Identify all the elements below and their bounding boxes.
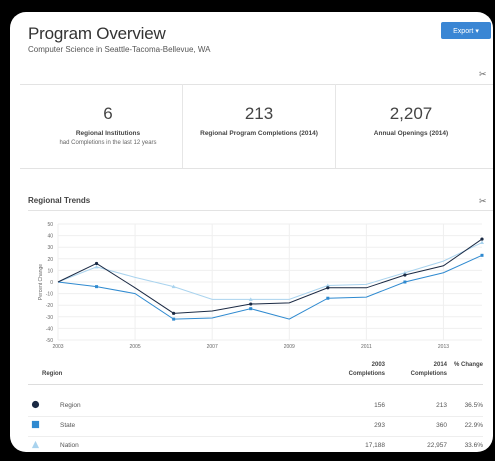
y-tick-label: 0 — [50, 280, 53, 286]
stat-label: Regional Program Completions (2014) — [200, 130, 318, 137]
section-title: Regional Trends — [28, 196, 91, 205]
table-row: Nation 17,188 22,957 33.6% — [28, 436, 483, 452]
data-point — [480, 237, 484, 241]
row-name: Nation — [60, 442, 79, 449]
y-tick-label: 20 — [47, 257, 53, 263]
row-2014: 213 — [436, 402, 447, 409]
divider — [28, 210, 493, 211]
stat-label: Annual Openings (2014) — [373, 130, 449, 137]
x-tick-label: 2013 — [438, 344, 449, 350]
row-change: 22.9% — [464, 422, 483, 429]
series-lines — [57, 237, 484, 321]
y-axis-label: Percent Change — [38, 264, 44, 300]
stat-institutions: 6 Regional Institutions had Completions … — [28, 84, 188, 162]
page-subtitle: Computer Science in Seattle-Tacoma-Belle… — [28, 45, 211, 54]
data-point — [480, 240, 484, 245]
row-2014: 22,957 — [427, 442, 447, 449]
data-point — [249, 307, 253, 311]
series-line-state — [57, 254, 483, 320]
stat-completions: 213 Regional Program Completions (2014) — [183, 84, 335, 162]
row-name: State — [60, 422, 76, 429]
axis-ticks: 50403020100-10-20-30-40-502003 2005 2007 20… — [38, 222, 449, 350]
scissors-icon[interactable]: ✂ — [479, 69, 487, 80]
y-tick-label: -20 — [46, 303, 53, 309]
row-2003: 156 — [374, 402, 385, 409]
data-point — [172, 311, 176, 315]
table-header: Region 2003 Completions 2014 Completions… — [28, 358, 483, 385]
divider — [20, 168, 493, 169]
scissors-icon[interactable]: ✂ — [479, 196, 487, 207]
export-label: Export ▾ — [453, 27, 479, 35]
y-tick-label: -10 — [46, 292, 53, 298]
stat-value: 6 — [103, 104, 113, 123]
data-point — [94, 261, 99, 266]
grid — [57, 223, 482, 341]
region-marker-icon — [31, 400, 40, 409]
row-2003: 17,188 — [365, 442, 385, 449]
page-title: Program Overview — [28, 24, 166, 43]
export-button[interactable]: Export ▾ — [441, 22, 491, 39]
regional-trends-chart: 50403020100-10-20-30-40-502003 2005 2007 20… — [38, 222, 484, 350]
row-2014: 360 — [436, 422, 447, 429]
x-tick-label: 2007 — [207, 344, 218, 350]
data-point — [172, 317, 176, 321]
stat-sub: had Completions in the last 12 years — [59, 140, 157, 146]
stat-value: 213 — [244, 104, 274, 123]
data-point — [480, 253, 484, 257]
row-change: 36.5% — [464, 402, 483, 409]
data-point — [95, 285, 99, 289]
y-tick-label: 40 — [47, 234, 53, 240]
table-row: Region 156 213 36.5% — [28, 396, 483, 417]
th-region: Region — [42, 371, 63, 377]
th-2014: 2014 Completions — [410, 362, 447, 377]
y-tick-label: -30 — [46, 315, 53, 321]
program-overview-card: Program Overview Computer Science in Sea… — [10, 12, 493, 452]
y-tick-label: 30 — [47, 245, 53, 251]
y-tick-label: -40 — [46, 326, 53, 332]
th-change: % Change — [453, 362, 483, 368]
x-tick-label: 2003 — [52, 344, 63, 350]
stat-label: Regional Institutions — [75, 130, 141, 137]
data-point — [403, 280, 407, 284]
y-tick-label: 50 — [47, 222, 53, 228]
data-point — [403, 273, 407, 277]
row-change: 33.6% — [464, 442, 483, 449]
row-2003: 293 — [374, 422, 385, 429]
data-point — [326, 286, 330, 290]
stat-openings: 2,207 Annual Openings (2014) — [336, 84, 486, 162]
stat-value: 2,207 — [389, 104, 433, 123]
y-tick-label: 10 — [47, 268, 53, 274]
x-tick-label: 2009 — [284, 344, 295, 350]
table-row: State 293 360 22.9% — [28, 416, 483, 437]
x-tick-label: 2011 — [361, 344, 372, 350]
series-line-region — [57, 238, 483, 314]
x-tick-label: 2005 — [130, 344, 141, 350]
data-point — [249, 302, 253, 306]
row-name: Region — [60, 402, 81, 409]
data-point — [326, 296, 330, 300]
data-point — [94, 264, 99, 269]
state-marker-icon — [31, 420, 40, 429]
nation-marker-icon — [31, 440, 40, 449]
th-2003: 2003 Completions — [348, 362, 385, 377]
